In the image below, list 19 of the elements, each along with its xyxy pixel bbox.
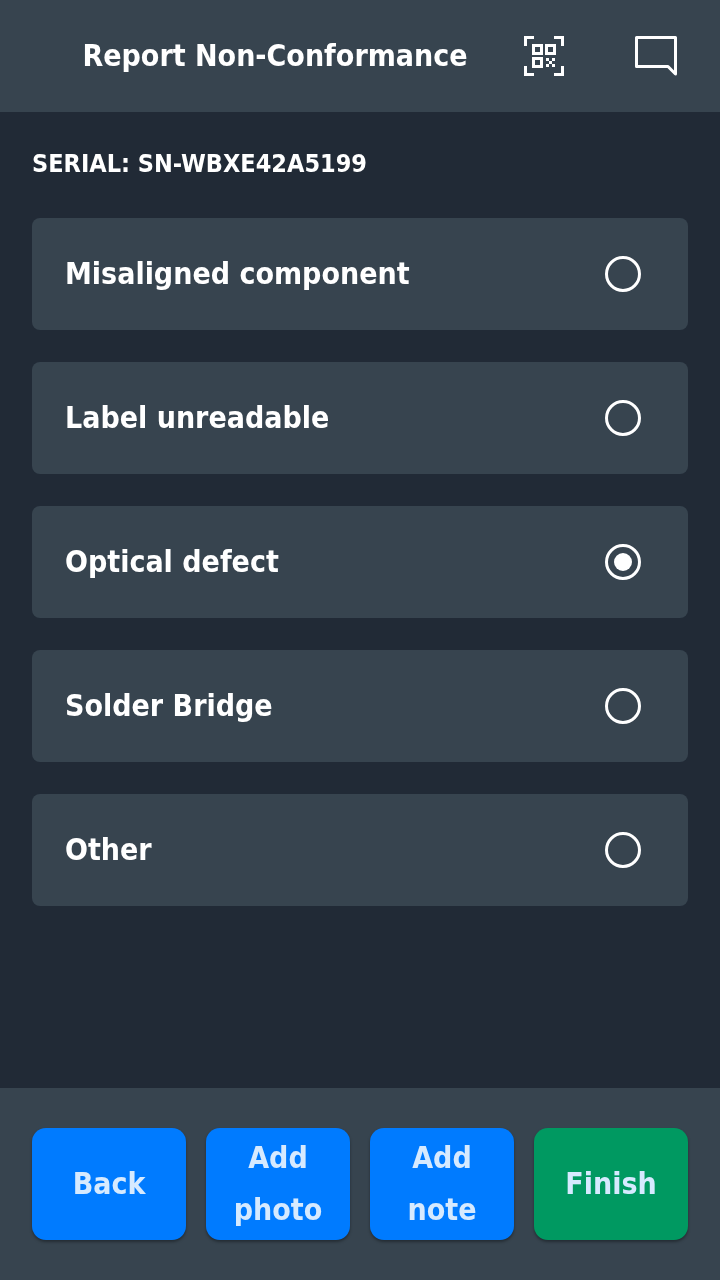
option-label: Misaligned component	[65, 255, 411, 293]
radio-button[interactable]	[605, 256, 641, 292]
option-label: Optical defect	[65, 543, 280, 581]
radio-button[interactable]	[605, 544, 641, 580]
option-label: Other	[65, 831, 153, 869]
chat-icon[interactable]	[635, 36, 677, 76]
radio-button[interactable]	[605, 688, 641, 724]
option-label: Label unreadable	[65, 399, 331, 437]
radio-button[interactable]	[605, 400, 641, 436]
option-card[interactable]: Misaligned component	[32, 218, 688, 330]
option-card[interactable]: Solder Bridge	[32, 650, 688, 762]
radio-button[interactable]	[605, 832, 641, 868]
serial-number: SERIAL: SN-WBXE42A5199	[32, 149, 368, 178]
qr-code-icon[interactable]	[524, 36, 564, 76]
screen-title: Report Non-Conformance	[81, 37, 469, 75]
option-card[interactable]: Optical defect	[32, 506, 688, 618]
option-card[interactable]: Label unreadable	[32, 362, 688, 474]
option-label: Solder Bridge	[65, 687, 274, 725]
option-card[interactable]: Other	[32, 794, 688, 906]
